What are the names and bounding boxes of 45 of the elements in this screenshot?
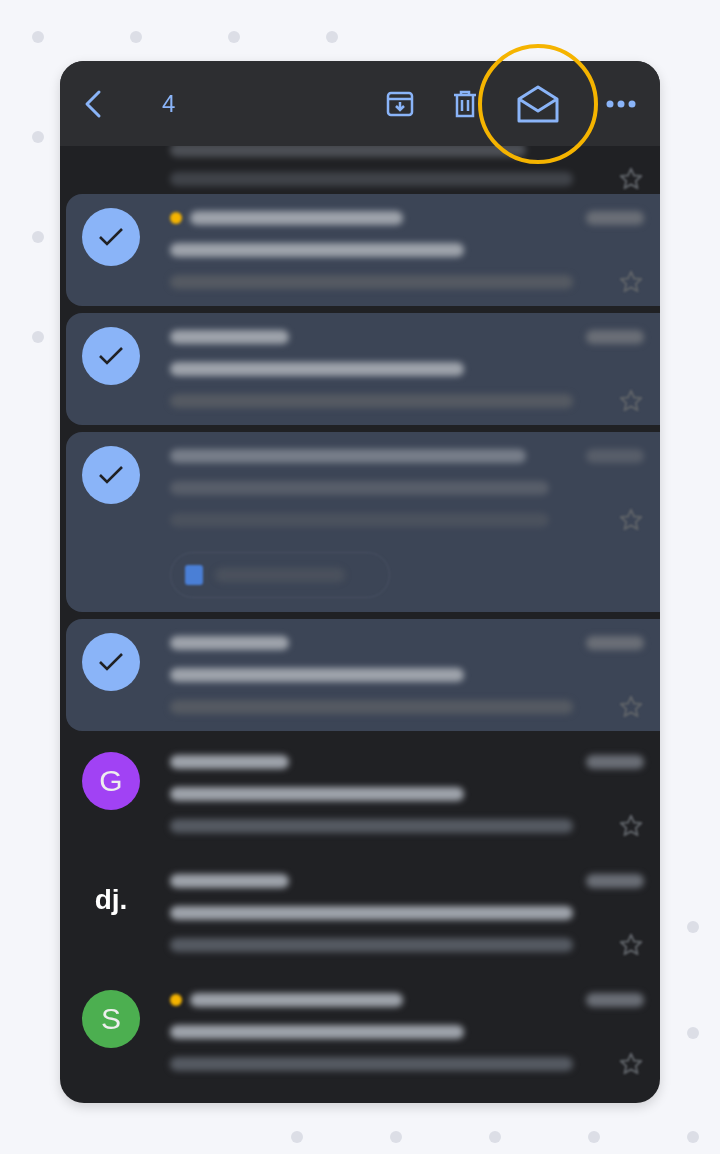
selected-check-icon: [82, 327, 140, 385]
email-row[interactable]: G: [66, 738, 660, 850]
blurred-date-bar: [586, 636, 644, 650]
sender-avatar: S: [82, 990, 140, 1048]
selected-check-icon: [82, 208, 140, 266]
background-dot: [326, 31, 338, 43]
sender-logo: dj.: [93, 883, 129, 917]
email-row[interactable]: [66, 432, 660, 612]
background-dot: [687, 1131, 699, 1143]
background-dot: [687, 921, 699, 933]
email-row[interactable]: S: [66, 976, 660, 1088]
background-dot: [228, 31, 240, 43]
background-dot: [291, 1131, 303, 1143]
star-icon[interactable]: [618, 813, 644, 839]
star-icon[interactable]: [618, 388, 644, 414]
selected-check-icon: [82, 446, 140, 504]
selected-count: 4: [162, 89, 176, 118]
sender-avatar: G: [82, 752, 140, 810]
star-icon[interactable]: [618, 166, 644, 192]
email-row[interactable]: dj.: [66, 857, 660, 969]
blurred-date-bar: [586, 211, 644, 225]
email-row[interactable]: [66, 313, 660, 425]
background-dot: [687, 1027, 699, 1039]
blurred-date-bar: [586, 330, 644, 344]
star-icon[interactable]: [618, 932, 644, 958]
background-dot: [32, 331, 44, 343]
background-dot: [489, 1131, 501, 1143]
star-icon[interactable]: [618, 1051, 644, 1077]
star-icon[interactable]: [618, 269, 644, 295]
document-icon: [185, 565, 203, 585]
background-dot: [130, 31, 142, 43]
blurred-date-bar: [586, 449, 644, 463]
star-icon[interactable]: [618, 694, 644, 720]
star-icon[interactable]: [618, 507, 644, 533]
email-row[interactable]: [66, 194, 660, 306]
selected-check-icon: [82, 633, 140, 691]
background-dot: [32, 231, 44, 243]
background-dot: [32, 131, 44, 143]
blurred-date-bar: [586, 993, 644, 1007]
blurred-date-bar: [586, 755, 644, 769]
background-dot: [32, 31, 44, 43]
background-dot: [390, 1131, 402, 1143]
blurred-date-bar: [586, 874, 644, 888]
background-dot: [588, 1131, 600, 1143]
email-row[interactable]: [66, 619, 660, 731]
